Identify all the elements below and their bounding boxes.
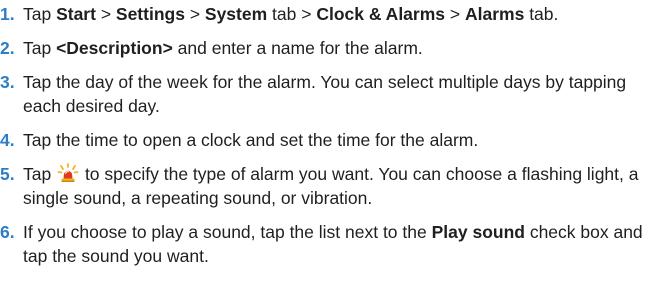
step-number: 5. <box>0 164 15 184</box>
step-6: 6. If you choose to play a sound, tap th… <box>0 220 650 268</box>
step-text: If you choose to play a sound, tap the l… <box>23 222 643 266</box>
step-2: 2. Tap <Description> and enter a name fo… <box>0 36 650 60</box>
instruction-steps: 1. Tap Start > Settings > System tab > C… <box>0 2 650 268</box>
step-3: 3. Tap the day of the week for the alarm… <box>0 70 650 118</box>
alarm-light-icon <box>57 163 79 183</box>
step-number: 3. <box>0 72 15 92</box>
step-number: 2. <box>0 38 15 58</box>
start-label: Start <box>56 4 96 24</box>
step-5: 5. Tap to specify the type of alarm you … <box>0 162 650 210</box>
clock-alarms-label: Clock & Alarms <box>316 4 446 24</box>
step-text: Tap the day of the week for the alarm. Y… <box>23 72 627 116</box>
description-label: <Description> <box>56 38 173 58</box>
step-number: 1. <box>0 4 15 24</box>
step-text: Tap the time to open a clock and set the… <box>23 130 479 150</box>
settings-label: Settings <box>115 4 185 24</box>
alarms-label: Alarms <box>464 4 525 24</box>
step-number: 4. <box>0 130 15 150</box>
step-number: 6. <box>0 222 15 242</box>
step-text: Tap <Description> and enter a name for t… <box>23 38 423 58</box>
play-sound-label: Play sound <box>431 222 525 242</box>
step-4: 4. Tap the time to open a clock and set … <box>0 128 650 152</box>
system-label: System <box>204 4 268 24</box>
step-text: Tap Start > Settings > System tab > Cloc… <box>23 4 559 24</box>
step-text: Tap to specify the type of alarm you wan… <box>23 163 639 208</box>
step-1: 1. Tap Start > Settings > System tab > C… <box>0 2 650 26</box>
